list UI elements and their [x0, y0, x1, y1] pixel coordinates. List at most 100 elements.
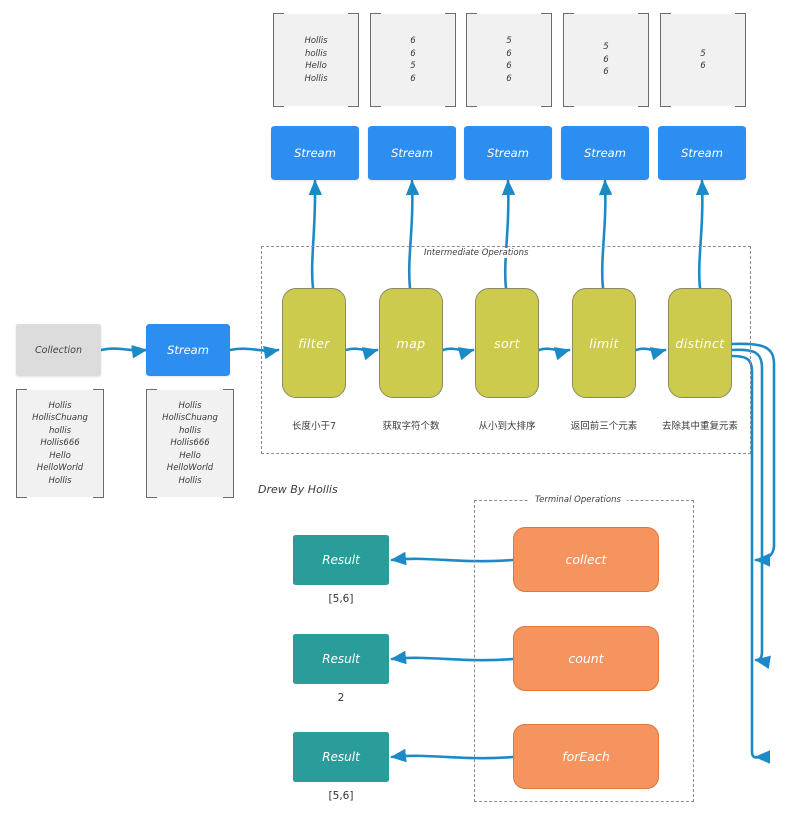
stream-label: Stream [487, 146, 529, 160]
bracket-right [223, 389, 234, 498]
caption-limit: 返回前三个元素 [570, 421, 638, 432]
bracket-right [638, 13, 649, 107]
result-label: Result [322, 553, 360, 567]
result-label: Result [322, 750, 360, 764]
intermediate-operations-title: Intermediate Operations [418, 248, 535, 258]
term-box-count[interactable]: count [513, 626, 659, 691]
stream-box-filter: Stream [271, 126, 359, 180]
result-value-count: 2 [337, 692, 345, 704]
list-item: HollisChuang [32, 413, 88, 424]
list-item: 5 [410, 61, 416, 71]
list-item: 6 [603, 54, 609, 65]
list-item: HollisChuang [162, 413, 218, 424]
list-item: Hollis [178, 475, 202, 486]
result-value-foreach: [5,6] [328, 790, 354, 802]
credit-text: Drew By Hollis [258, 483, 338, 496]
result-label: Result [322, 652, 360, 666]
stream-label: Stream [167, 343, 209, 357]
list-item: Hollis [178, 400, 202, 411]
list-item: hollis [48, 425, 72, 436]
bracket-left [146, 389, 157, 498]
bracket-right [735, 13, 746, 107]
caption-filter: 长度小于7 [291, 421, 337, 432]
list-item: 6 [410, 48, 416, 59]
list-item: 6 [603, 67, 609, 78]
output-card-distinct: 5 6 [660, 13, 746, 107]
bracket-right [93, 389, 104, 498]
stream-label: Stream [584, 146, 626, 160]
op-box-filter[interactable]: filter [282, 288, 346, 398]
list-item: 6 [506, 73, 512, 84]
stream-box-limit: Stream [561, 126, 649, 180]
op-label: map [396, 335, 426, 351]
diagram-canvas: Hollis hollis Hello Hollis 6 6 5 6 5 6 6… [0, 0, 802, 820]
list-item: 6 [506, 61, 512, 71]
output-card-filter: Hollis hollis Hello Hollis [273, 13, 359, 107]
caption-sort: 从小到大排序 [478, 421, 536, 432]
list-item: HelloWorld [36, 463, 84, 474]
stream-label: Stream [681, 146, 723, 160]
list-item: Hollis666 [170, 438, 210, 449]
list-item: Hollis [304, 36, 328, 46]
collection-box: Collection [16, 324, 101, 376]
list-item: hollis [178, 425, 202, 436]
bracket-right [348, 13, 359, 107]
caption-map: 获取字符个数 [382, 421, 440, 432]
list-item: Hollis [48, 400, 72, 411]
bracket-left [273, 13, 284, 107]
term-label: forEach [562, 749, 610, 764]
op-label: filter [298, 335, 330, 351]
op-label: sort [494, 335, 520, 351]
stream-box-distinct: Stream [658, 126, 746, 180]
output-card-limit: 5 6 6 [563, 13, 649, 107]
bracket-left [466, 13, 477, 107]
stream-items-card: Hollis HollisChuang hollis Hollis666 Hel… [146, 389, 234, 498]
bracket-right [541, 13, 552, 107]
list-item: 5 [700, 48, 706, 59]
op-box-sort[interactable]: sort [475, 288, 539, 398]
op-label: distinct [675, 335, 725, 351]
caption-distinct: 去除其中重复元素 [661, 421, 738, 432]
op-label: limit [589, 335, 619, 351]
list-item: Hello [49, 450, 71, 461]
wire-collection-to-stream [99, 345, 148, 359]
op-box-limit[interactable]: limit [572, 288, 636, 398]
bracket-left [370, 13, 381, 107]
source-stream-box: Stream [146, 324, 230, 376]
collection-label: Collection [35, 344, 82, 356]
collection-items-card: Hollis HollisChuang hollis Hollis666 Hel… [16, 389, 104, 498]
op-box-distinct[interactable]: distinct [668, 288, 732, 398]
list-item: Hello [305, 61, 327, 71]
stream-label: Stream [294, 146, 336, 160]
list-item: 6 [506, 48, 512, 59]
term-box-foreach[interactable]: forEach [513, 724, 659, 789]
list-item: Hello [179, 450, 201, 461]
bracket-left [563, 13, 574, 107]
result-box-foreach: Result [293, 732, 389, 782]
stream-box-map: Stream [368, 126, 456, 180]
list-item: HelloWorld [166, 463, 214, 474]
list-item: 6 [410, 36, 416, 46]
bracket-left [660, 13, 671, 107]
output-card-sort: 5 6 6 6 [466, 13, 552, 107]
stream-label: Stream [391, 146, 433, 160]
stream-box-sort: Stream [464, 126, 552, 180]
term-label: collect [565, 552, 607, 567]
op-box-map[interactable]: map [379, 288, 443, 398]
result-value-collect: [5,6] [328, 593, 354, 605]
result-box-collect: Result [293, 535, 389, 585]
list-item: 5 [506, 36, 512, 46]
list-item: 6 [410, 73, 416, 84]
term-box-collect[interactable]: collect [513, 527, 659, 592]
bracket-left [16, 389, 27, 498]
list-item: Hollis [304, 73, 328, 84]
list-item: Hollis [48, 475, 72, 486]
terminal-operations-title: Terminal Operations [529, 495, 627, 505]
output-card-map: 6 6 5 6 [370, 13, 456, 107]
term-label: count [568, 651, 604, 666]
list-item: Hollis666 [40, 438, 80, 449]
bracket-right [445, 13, 456, 107]
list-item: hollis [304, 48, 328, 59]
result-box-count: Result [293, 634, 389, 684]
list-item: 6 [700, 61, 706, 71]
